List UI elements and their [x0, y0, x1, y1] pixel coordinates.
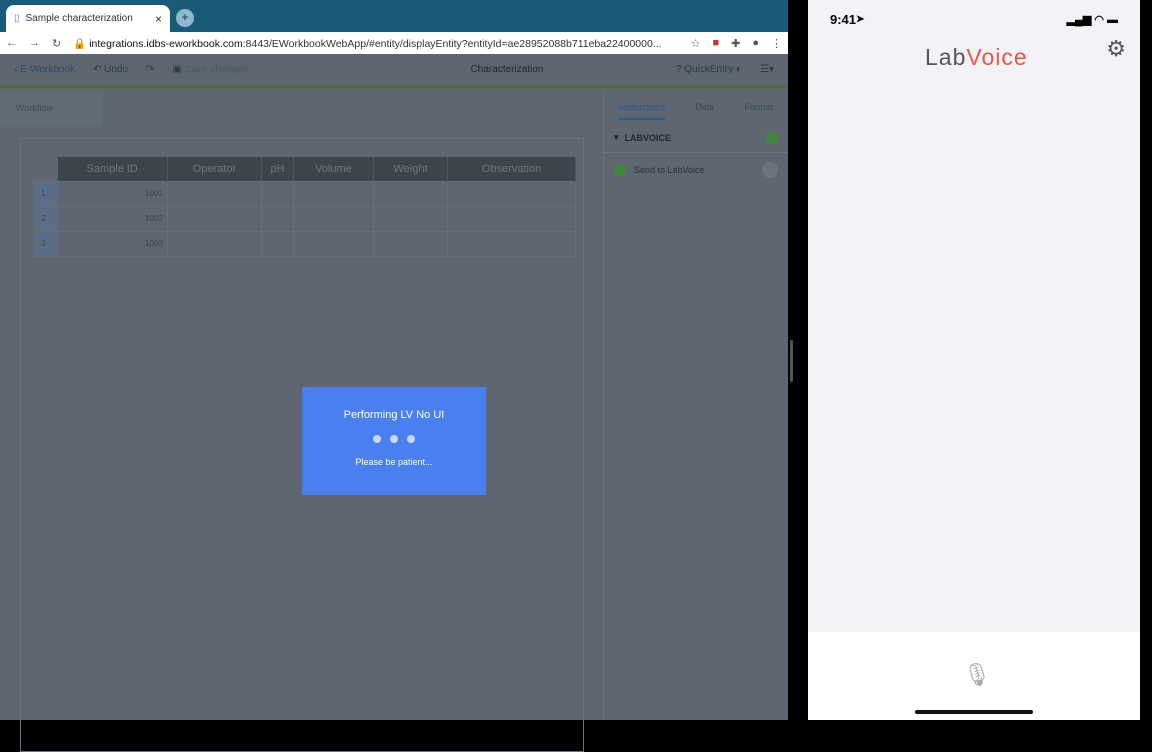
labvoice-logo: LabVoice — [925, 44, 1028, 70]
column-header[interactable]: Observation — [447, 157, 576, 181]
workflow-tab[interactable]: Workflow — [0, 91, 103, 127]
split-divider-handle[interactable] — [790, 340, 793, 382]
extension-icon[interactable]: ■ — [712, 37, 719, 49]
eworkbook-app: ‹ E-Workbook ↶ Undo ↷ ▣ Save changes Cha… — [0, 54, 788, 752]
cell[interactable]: 1003 — [57, 230, 168, 257]
column-header[interactable]: pH — [261, 157, 294, 181]
undo-button[interactable]: ↶ Undo — [93, 64, 128, 75]
column-header[interactable]: Sample ID — [57, 157, 168, 181]
address-bar: ← → ↻ 🔒 integrations.idbs-eworkbook.com:84… — [0, 32, 788, 54]
check-icon — [766, 131, 778, 144]
menu-button[interactable]: ☰▾ — [760, 64, 774, 75]
bottom-bar: 🎙 — [808, 632, 1140, 720]
cell[interactable]: 1001 — [57, 180, 168, 207]
column-header[interactable]: Operator — [167, 157, 263, 181]
browser-tab[interactable]: ▯ Sample characterization × — [6, 5, 170, 32]
url-input[interactable]: 🔒 integrations.idbs-eworkbook.com:8443/E… — [73, 37, 678, 50]
tab-format[interactable]: Format — [744, 102, 773, 112]
dialog-message: Please be patient... — [355, 457, 433, 467]
gear-icon[interactable]: ⚙ — [1106, 36, 1126, 62]
toolbar: ‹ E-Workbook ↶ Undo ↷ ▣ Save changes Cha… — [0, 54, 788, 88]
table-row: 3 1003 — [33, 230, 576, 257]
back-icon[interactable]: ← — [6, 37, 17, 49]
signal-wifi-battery-icon: ▂▄▆ ◠ ▬ — [1066, 13, 1118, 26]
star-icon[interactable]: ☆ — [691, 37, 701, 50]
quickentry-toggle[interactable]: ? QuickEntry ◐ — [676, 64, 742, 75]
labvoice-section[interactable]: ▾ LABVOICE — [604, 123, 788, 153]
column-header[interactable]: Weight — [373, 157, 449, 181]
home-indicator — [915, 710, 1033, 714]
labvoice-phone-app: 9:41 ➤ ▂▄▆ ◠ ▬ LabVoice ⚙ 🎙 — [808, 0, 1140, 720]
table-row: 2 1002 — [33, 205, 576, 232]
send-to-labvoice-item[interactable]: Send to LabVoice — [604, 153, 788, 187]
caret-down-icon: ▾ — [614, 132, 619, 142]
data-table: Sample ID Operator pH Volume Weight Observati… — [33, 157, 576, 257]
cell[interactable]: 1002 — [57, 205, 168, 232]
play-icon[interactable] — [762, 162, 778, 178]
browser-window: ▯ Sample characterization × + ← → ↻ 🔒 integr… — [0, 0, 788, 752]
tab-data[interactable]: Data — [695, 102, 714, 112]
puzzle-icon[interactable]: ✚ — [731, 37, 740, 50]
loading-dots-icon — [302, 435, 486, 443]
save-button[interactable]: ▣ Save changes — [172, 64, 248, 75]
column-header[interactable]: Volume — [293, 157, 374, 181]
close-tab-icon[interactable]: × — [155, 12, 162, 26]
dialog-title: Performing LV No UI — [343, 409, 445, 421]
menu-icon[interactable]: ⋮ — [771, 37, 782, 50]
progress-dialog: Performing LV No UI Please be patient... — [302, 387, 486, 495]
avatar[interactable]: ● — [752, 37, 759, 49]
redo-button[interactable]: ↷ — [146, 64, 154, 75]
status-bar: 9:41 ➤ ▂▄▆ ◠ ▬ — [830, 11, 1118, 27]
page-title: Characterization — [470, 64, 544, 75]
forward-icon[interactable]: → — [29, 37, 40, 49]
check-icon — [614, 164, 626, 176]
tab-bar: ▯ Sample characterization × + — [0, 0, 788, 32]
microphone-icon[interactable]: 🎙 — [963, 662, 991, 688]
side-panel: Instructions Data Format ▾ LABVOICE Send to… — [603, 91, 788, 720]
back-to-eworkbook-link[interactable]: ‹ E-Workbook — [14, 64, 75, 75]
tab-instructions[interactable]: Instructions — [619, 102, 666, 120]
new-tab-button[interactable]: + — [176, 9, 194, 27]
table-row: 1 1001 — [33, 180, 576, 207]
reload-icon[interactable]: ↻ — [52, 37, 61, 50]
save-icon: ▣ — [172, 64, 182, 75]
page-icon: ▯ — [14, 13, 20, 24]
tab-title: Sample characterization — [25, 13, 133, 24]
